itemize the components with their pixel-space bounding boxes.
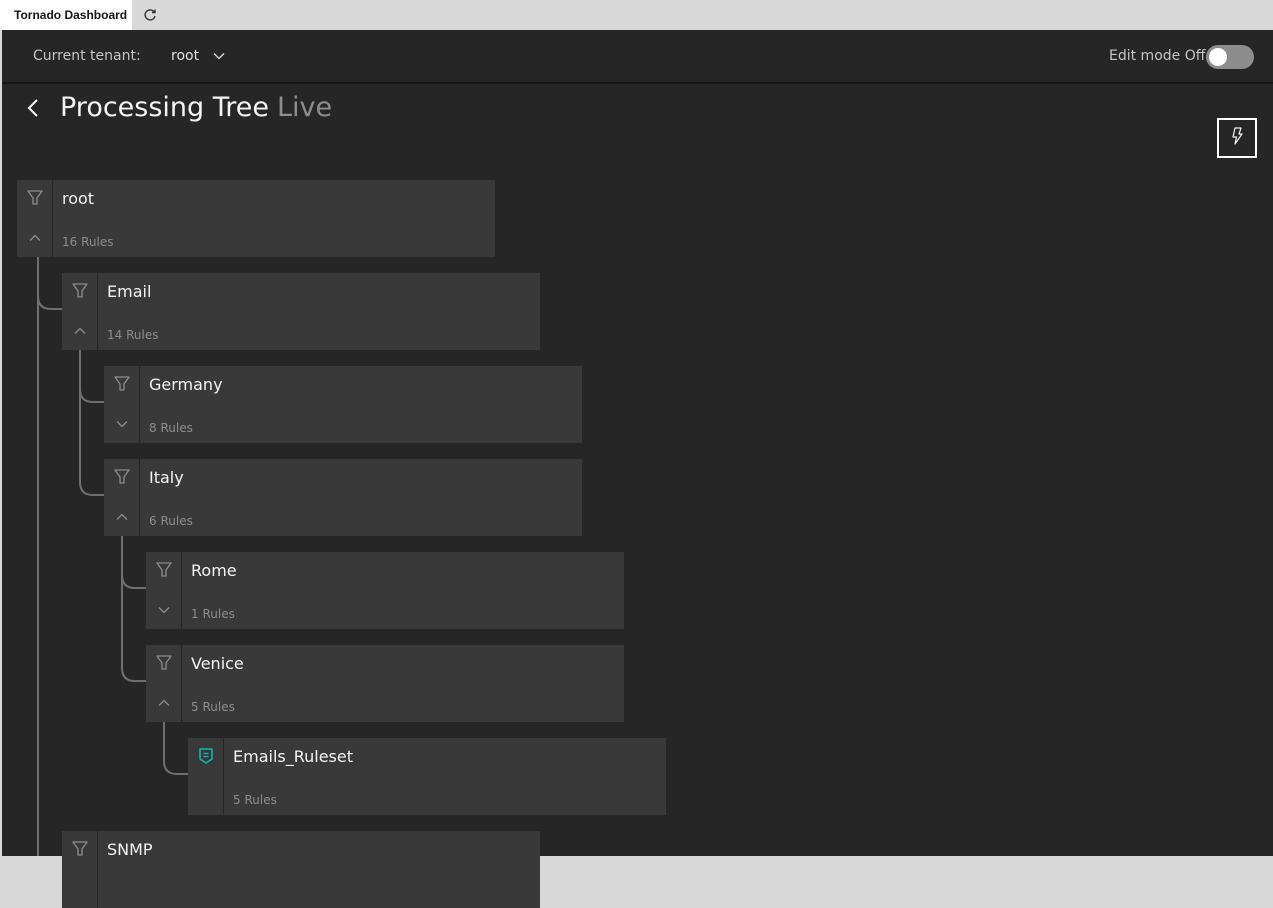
chevron-up-icon[interactable]	[156, 695, 172, 711]
tree-node-root[interactable]: root 16 Rules	[17, 180, 495, 257]
browser-tab-title: Tornado Dashboard	[14, 8, 128, 22]
toggle-knob	[1209, 48, 1227, 66]
refresh-icon[interactable]	[142, 7, 158, 23]
node-gutter	[62, 831, 98, 908]
filter-icon	[155, 654, 173, 672]
node-body: SNMP	[98, 831, 540, 908]
node-rule-count: 5 Rules	[233, 793, 277, 807]
tree-node-emails-ruleset[interactable]: Emails_Ruleset 5 Rules	[188, 738, 666, 815]
node-gutter	[146, 645, 182, 722]
node-gutter	[17, 180, 53, 257]
filter-icon	[113, 375, 131, 393]
node-name: Germany	[149, 375, 223, 394]
node-body: Email 14 Rules	[98, 273, 540, 350]
node-gutter	[62, 273, 98, 350]
page-header: Processing Tree Live	[22, 92, 332, 123]
node-name: root	[62, 189, 95, 208]
node-gutter	[104, 459, 140, 536]
node-name: SNMP	[107, 840, 153, 859]
edit-mode-label: Edit mode Off	[1109, 48, 1206, 64]
node-rule-count: 16 Rules	[62, 235, 114, 249]
page-title: Processing Tree	[60, 92, 270, 123]
chevron-up-icon[interactable]	[114, 509, 130, 525]
tenant-value: root	[171, 48, 200, 64]
chevron-up-icon[interactable]	[72, 323, 88, 339]
tree-node-italy[interactable]: Italy 6 Rules	[104, 459, 582, 536]
status-badge: Live	[277, 92, 333, 123]
tree-node-germany[interactable]: Germany 8 Rules	[104, 366, 582, 443]
tree-connectors	[37, 256, 188, 856]
tree-node-email[interactable]: Email 14 Rules	[62, 273, 540, 350]
chevron-down-icon	[213, 48, 225, 64]
tenant-dropdown[interactable]: root	[171, 48, 225, 64]
tree-node-snmp[interactable]: SNMP	[62, 831, 540, 908]
app: Current tenant: root Edit mode Off Proce…	[2, 30, 1273, 908]
node-rule-count: 1 Rules	[191, 607, 235, 621]
node-rule-count: 5 Rules	[191, 700, 235, 714]
tenant-label: Current tenant:	[33, 48, 141, 64]
tree-node-rome[interactable]: Rome 1 Rules	[146, 552, 624, 629]
tree-node-venice[interactable]: Venice 5 Rules	[146, 645, 624, 722]
node-gutter	[104, 366, 140, 443]
filter-icon	[26, 189, 44, 207]
node-name: Email	[107, 282, 152, 301]
node-rule-count: 8 Rules	[149, 421, 193, 435]
node-rule-count: 6 Rules	[149, 514, 193, 528]
node-name: Venice	[191, 654, 244, 673]
node-name: Rome	[191, 561, 237, 580]
chevron-down-icon[interactable]	[114, 416, 130, 432]
ruleset-icon	[197, 747, 215, 765]
node-name: Italy	[149, 468, 184, 487]
node-rule-count: 14 Rules	[107, 328, 159, 342]
filter-icon	[71, 840, 89, 858]
node-body: Emails_Ruleset 5 Rules	[224, 738, 666, 815]
node-gutter	[146, 552, 182, 629]
browser-tab[interactable]: Tornado Dashboard	[0, 0, 132, 30]
chevron-up-icon[interactable]	[27, 230, 43, 246]
chevron-down-icon[interactable]	[156, 602, 172, 618]
node-body: Germany 8 Rules	[140, 366, 582, 443]
filter-icon	[71, 282, 89, 300]
chevron-left-icon[interactable]	[22, 96, 46, 120]
edit-mode-toggle[interactable]	[1206, 45, 1254, 69]
node-body: Rome 1 Rules	[182, 552, 624, 629]
filter-icon	[155, 561, 173, 579]
browser-tab-bar: Tornado Dashboard	[0, 0, 1273, 30]
header-bar: Current tenant: root Edit mode Off	[2, 30, 1273, 84]
lightning-icon	[1229, 126, 1245, 150]
node-body: Italy 6 Rules	[140, 459, 582, 536]
node-body: root 16 Rules	[53, 180, 495, 257]
lightning-button[interactable]	[1217, 118, 1257, 158]
node-gutter	[188, 738, 224, 815]
node-name: Emails_Ruleset	[233, 747, 354, 766]
filter-icon	[113, 468, 131, 486]
node-body: Venice 5 Rules	[182, 645, 624, 722]
